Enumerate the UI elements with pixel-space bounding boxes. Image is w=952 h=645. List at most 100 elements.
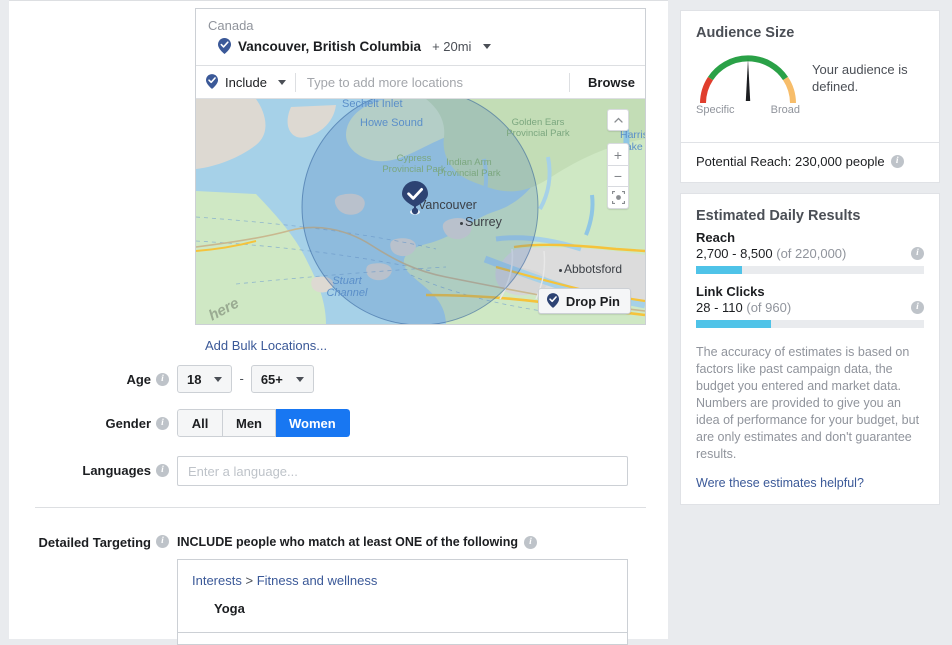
audience-gauge-area: Specific Broad Your audience is defined. <box>696 47 924 116</box>
gender-label: Gender <box>105 416 151 431</box>
metric-link-clicks-bar-fill <box>696 320 771 328</box>
gender-row: Gender i All Men Women <box>27 409 350 437</box>
map-locate-button[interactable] <box>607 187 629 209</box>
detailed-targeting-info-icon[interactable]: i <box>156 535 169 548</box>
languages-info-icon[interactable]: i <box>156 464 169 477</box>
detailed-targeting-include-header: INCLUDE people who match at least ONE of… <box>177 531 628 559</box>
gender-label-group: Gender i <box>27 409 177 437</box>
gender-option-all[interactable]: All <box>177 409 223 437</box>
languages-input[interactable] <box>177 456 628 486</box>
map-zoom-out-button[interactable]: − <box>607 165 629 187</box>
city-dot-abbotsford <box>559 269 562 272</box>
estimated-results-title: Estimated Daily Results <box>696 208 924 224</box>
audience-size-card: Audience Size Specific <box>680 10 940 183</box>
languages-label-group: Languages i <box>27 456 177 484</box>
metric-link-clicks-range: 28 - 110 <box>696 300 743 315</box>
main-content-panel: Canada Vancouver, British Columbia + 20m… <box>9 0 668 639</box>
include-label: Include <box>225 75 267 90</box>
selected-location-row[interactable]: Vancouver, British Columbia + 20mi <box>196 35 645 65</box>
estimates-accuracy-note: The accuracy of estimates is based on fa… <box>696 344 924 463</box>
metric-link-clicks-bar-track <box>696 320 924 328</box>
section-divider <box>35 507 646 508</box>
targeting-term-yoga[interactable]: Yoga <box>192 588 613 616</box>
selected-location-name: Vancouver, British Columbia <box>238 39 421 54</box>
metric-reach-value-row: 2,700 - 8,500 (of 220,000) i <box>696 246 924 261</box>
metric-reach-total: (of 220,000) <box>776 246 846 261</box>
drop-pin-button[interactable]: Drop Pin <box>538 288 631 314</box>
location-radius-value: + 20mi <box>432 39 471 54</box>
age-max-chevron-down-icon <box>296 377 304 382</box>
include-chevron-down-icon[interactable] <box>278 80 286 85</box>
left-gutter <box>0 0 9 639</box>
age-label: Age <box>126 372 151 387</box>
age-range-separator: - <box>239 365 243 393</box>
metric-link-clicks: Link Clicks 28 - 110 (of 960) i <box>696 284 924 328</box>
metric-link-clicks-info-icon[interactable]: i <box>911 301 924 314</box>
breadcrumb-leaf[interactable]: Fitness and wellness <box>257 573 378 588</box>
chevron-down-icon[interactable] <box>483 44 491 49</box>
map-location-marker[interactable] <box>402 181 428 218</box>
detailed-targeting-body: INCLUDE people who match at least ONE of… <box>177 531 628 645</box>
age-min-value: 18 <box>187 372 201 387</box>
age-row: Age i 18 - 65+ <box>27 365 314 393</box>
chevron-up-icon <box>614 117 623 123</box>
location-search-input[interactable] <box>305 74 560 91</box>
city-dot-surrey <box>460 222 463 225</box>
browse-divider <box>569 73 570 92</box>
age-min-chevron-down-icon <box>214 377 222 382</box>
estimates-feedback-link[interactable]: Were these estimates helpful? <box>696 476 924 490</box>
metric-reach-name: Reach <box>696 230 924 245</box>
estimates-sidebar: Audience Size Specific <box>668 0 952 639</box>
age-info-icon[interactable]: i <box>156 373 169 386</box>
location-input-row: Include Browse <box>196 65 645 98</box>
metric-link-clicks-total: (of 960) <box>746 300 791 315</box>
metric-reach-range: 2,700 - 8,500 <box>696 246 773 261</box>
metric-reach-bar-track <box>696 266 924 274</box>
gender-option-men[interactable]: Men <box>223 409 276 437</box>
add-bulk-locations-link[interactable]: Add Bulk Locations... <box>205 338 327 353</box>
map-collapse-button[interactable] <box>607 109 629 131</box>
drop-pin-label: Drop Pin <box>566 294 620 309</box>
metric-link-clicks-values: 28 - 110 (of 960) <box>696 300 791 315</box>
languages-label: Languages <box>82 463 151 478</box>
locate-icon <box>612 191 625 204</box>
gauge-label-specific: Specific <box>696 104 735 116</box>
metric-reach-info-icon[interactable]: i <box>911 247 924 260</box>
metric-link-clicks-value-row: 28 - 110 (of 960) i <box>696 300 924 315</box>
detailed-targeting-include-box[interactable]: Interests > Fitness and wellness Yoga <box>177 559 628 633</box>
locations-country-label: Canada <box>196 9 645 35</box>
age-max-select[interactable]: 65+ <box>251 365 314 393</box>
gauge-icon <box>696 47 800 105</box>
age-max-value: 65+ <box>261 372 283 387</box>
potential-reach-row: Potential Reach: 230,000 people i <box>681 143 939 182</box>
age-min-select[interactable]: 18 <box>177 365 232 393</box>
detailed-targeting-row: Detailed Targeting i INCLUDE people who … <box>27 531 628 645</box>
include-exclude-selector[interactable]: Include <box>206 74 286 90</box>
browse-button[interactable]: Browse <box>579 75 635 90</box>
location-pin-icon <box>218 38 231 54</box>
location-map[interactable]: Sechelt Inlet Howe Sound Cypress Provinc… <box>196 98 645 324</box>
metric-reach-values: 2,700 - 8,500 (of 220,000) <box>696 246 846 261</box>
potential-reach-info-icon[interactable]: i <box>891 155 904 168</box>
audience-size-body: Audience Size Specific <box>681 11 939 130</box>
map-zoom-in-button[interactable]: + <box>607 143 629 165</box>
gender-info-icon[interactable]: i <box>156 417 169 430</box>
age-label-group: Age i <box>27 365 177 393</box>
breadcrumb-root[interactable]: Interests <box>192 573 242 588</box>
gauge-scale-labels: Specific Broad <box>696 104 800 116</box>
estimated-results-body: Estimated Daily Results Reach 2,700 - 8,… <box>681 194 939 504</box>
detailed-targeting-exclude-box[interactable] <box>177 633 628 645</box>
metric-link-clicks-name: Link Clicks <box>696 284 924 299</box>
potential-reach-text: Potential Reach: 230,000 people <box>696 154 885 169</box>
locations-card: Canada Vancouver, British Columbia + 20m… <box>195 8 646 325</box>
audience-status-message: Your audience is defined. <box>812 47 924 95</box>
metric-reach-bar-fill <box>696 266 742 274</box>
gauge-label-broad: Broad <box>771 104 800 116</box>
include-header-info-icon[interactable]: i <box>524 536 537 549</box>
plus-icon: + <box>614 147 622 163</box>
input-divider <box>295 73 296 92</box>
audience-gauge: Specific Broad <box>696 47 800 116</box>
audience-size-title: Audience Size <box>696 25 924 41</box>
age-controls: 18 - 65+ <box>177 365 314 393</box>
gender-option-women[interactable]: Women <box>276 409 350 437</box>
